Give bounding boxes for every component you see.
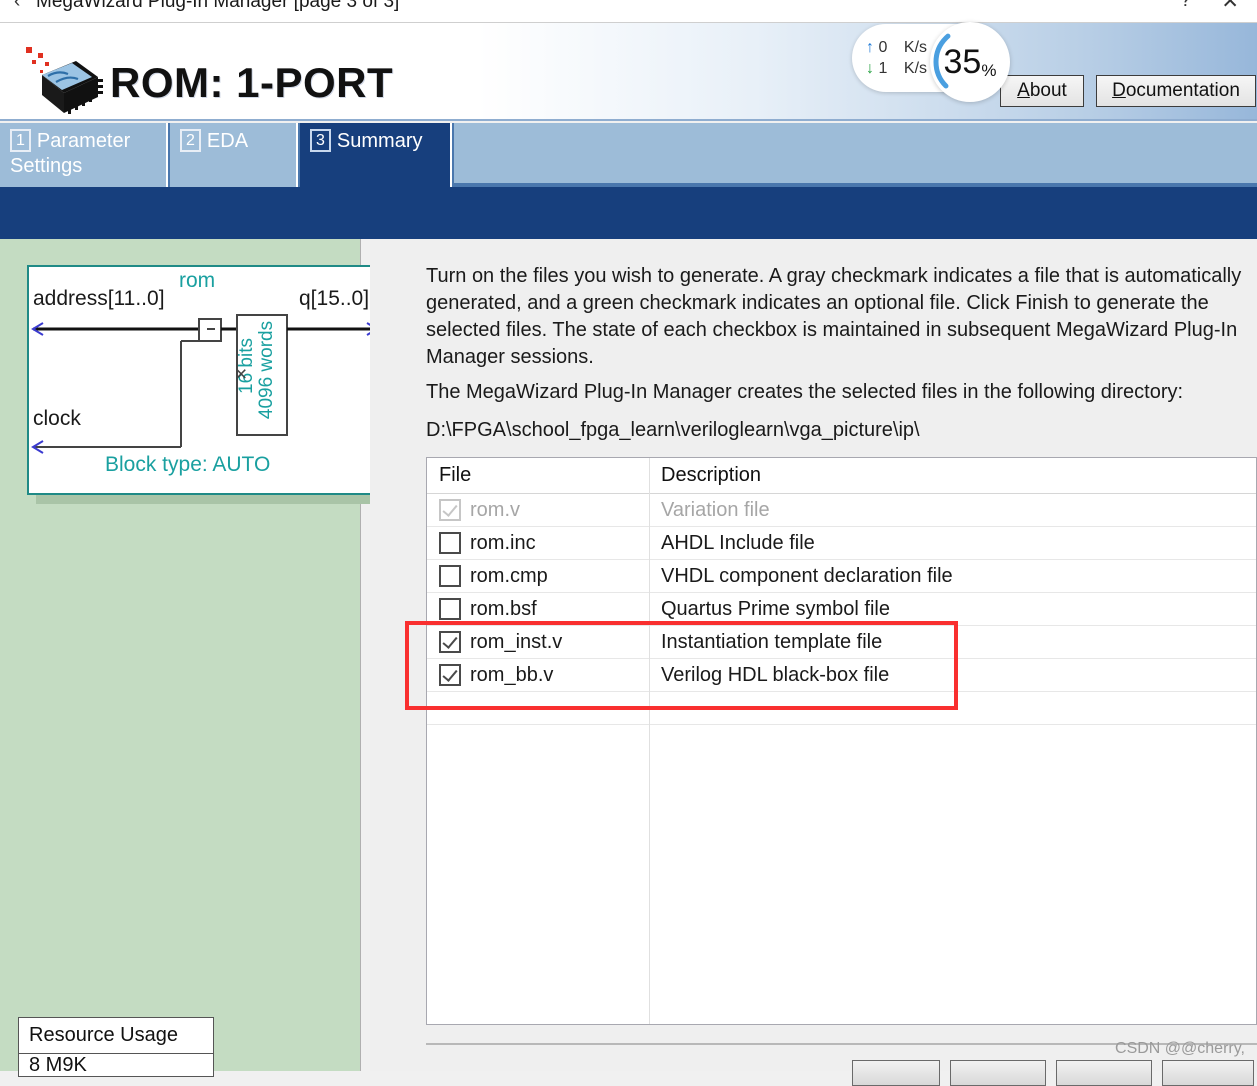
summary-content-panel: Turn on the files you wish to generate. … <box>370 239 1257 1071</box>
tab-strip-filler <box>454 123 1257 183</box>
doc-label: ocumentation <box>1125 80 1240 101</box>
file-description: Verilog HDL black-box file <box>661 663 890 686</box>
cpu-usage-gauge[interactable]: 35 % <box>930 22 1010 102</box>
column-header-file: File <box>439 464 472 486</box>
table-row[interactable]: rom.bsf Quartus Prime symbol file <box>427 593 1256 626</box>
symbol-block-type: Block type: AUTO <box>105 453 271 476</box>
footer-button-1[interactable] <box>852 1060 940 1086</box>
column-header-description: Description <box>661 464 762 486</box>
file-name: rom_inst.v <box>470 630 563 653</box>
header-blue-band <box>0 187 1257 239</box>
resource-usage-title: Resource Usage <box>19 1018 213 1054</box>
table-row[interactable]: rom.inc AHDL Include file <box>427 527 1256 560</box>
wizard-tab-strip: 1 Parameter Settings 2 EDA 3 Summary <box>0 123 1257 187</box>
download-speed-value: 1 <box>878 60 888 77</box>
download-speed-unit: K/s <box>903 60 928 77</box>
tab-number-2: 2 <box>180 129 201 152</box>
footer-button-3[interactable] <box>1056 1060 1152 1086</box>
file-description: VHDL component declaration file <box>661 564 953 587</box>
footer-button-2[interactable] <box>950 1060 1046 1086</box>
output-directory-path: D:\FPGA\school_fpga_learn\veriloglearn\v… <box>426 419 920 441</box>
table-header-row: File Description <box>427 458 1256 494</box>
watermark-text: CSDN @@cherry, <box>1115 1040 1245 1057</box>
about-button[interactable]: About <box>1000 75 1084 107</box>
directory-intro-paragraph: The MegaWizard Plug-In Manager creates t… <box>426 381 1184 403</box>
file-name: rom.cmp <box>470 564 548 587</box>
rom-block-symbol: rom address[11..0] q[15..0] clock 16 bit… <box>27 265 383 495</box>
resource-usage-row: 8 M9K <box>29 1054 87 1076</box>
page-title: ROM: 1-PORT <box>110 59 394 106</box>
tab-summary[interactable]: 3 Summary <box>300 123 452 187</box>
file-checkbox[interactable] <box>439 499 461 521</box>
file-checkbox[interactable] <box>439 598 461 620</box>
arrow-down-icon: ↓ <box>866 60 874 77</box>
file-description: Quartus Prime symbol file <box>661 597 890 620</box>
window-title: MegaWizard Plug-In Manager [page 3 of 3] <box>36 0 400 12</box>
file-checkbox[interactable] <box>439 631 461 653</box>
symbol-mem-words: 4096 words <box>256 320 277 420</box>
gauge-label: 35 % <box>930 22 1010 102</box>
documentation-button[interactable]: Documentation <box>1096 75 1256 107</box>
file-description: AHDL Include file <box>661 531 815 554</box>
file-description: Variation file <box>661 498 770 521</box>
generated-files-table[interactable]: File Description rom.v Variation file ro… <box>426 457 1257 1025</box>
product-header: ROM: 1-PORT About Documentation <box>0 23 1257 121</box>
upload-speed-value: 0 <box>878 39 888 56</box>
tab-number-3: 3 <box>310 129 331 152</box>
back-icon[interactable]: ‹ <box>14 0 20 13</box>
tab-label-3: Summary <box>336 130 423 152</box>
instructions-paragraph: Turn on the files you wish to generate. … <box>426 265 1242 368</box>
tab-label-2: EDA <box>206 130 249 152</box>
resource-usage-panel: Resource Usage 8 M9K <box>18 1017 214 1077</box>
file-name: rom.v <box>470 498 520 521</box>
file-description: Instantiation template file <box>661 630 883 653</box>
file-checkbox[interactable] <box>439 532 461 554</box>
doc-accel: D <box>1112 80 1126 101</box>
symbol-mem-times: × <box>235 363 248 386</box>
file-name: rom.bsf <box>470 597 537 620</box>
symbol-output-q: q[15..0] <box>299 287 370 310</box>
chip-icon <box>26 47 103 114</box>
upload-speed-unit: K/s <box>903 39 928 56</box>
tab-parameter-settings[interactable]: 1 Parameter Settings <box>0 123 168 187</box>
table-row[interactable]: rom.cmp VHDL component declaration file <box>427 560 1256 593</box>
file-name: rom.inc <box>470 531 536 554</box>
symbol-input-clock: clock <box>33 407 81 430</box>
about-label: bout <box>1029 80 1067 101</box>
table-row-empty <box>427 692 1256 725</box>
about-accel: A <box>1017 80 1030 101</box>
file-checkbox[interactable] <box>439 664 461 686</box>
gauge-percent-symbol: % <box>981 61 997 80</box>
close-icon[interactable]: ✕ <box>1221 0 1239 14</box>
symbol-block-name: rom <box>179 269 216 292</box>
arrow-up-icon: ↑ <box>866 39 874 56</box>
file-name: rom_bb.v <box>470 663 554 686</box>
window-title-bar: ‹ MegaWizard Plug-In Manager [page 3 of … <box>0 0 1257 23</box>
footer-button-4[interactable] <box>1162 1060 1254 1086</box>
table-row[interactable]: rom_inst.v Instantiation template file <box>427 626 1256 659</box>
gauge-percent-value: 35 <box>943 43 982 81</box>
tab-number-1: 1 <box>10 129 31 152</box>
table-row[interactable]: rom.v Variation file <box>427 494 1256 527</box>
table-row[interactable]: rom_bb.v Verilog HDL black-box file <box>427 659 1256 692</box>
table-column-divider <box>649 458 650 1024</box>
symbol-preview-panel: rom address[11..0] q[15..0] clock 16 bit… <box>0 239 392 1077</box>
tab-eda[interactable]: 2 EDA <box>170 123 298 187</box>
help-icon[interactable]: ? <box>1180 0 1191 12</box>
symbol-input-address: address[11..0] <box>33 287 165 310</box>
file-checkbox[interactable] <box>439 565 461 587</box>
